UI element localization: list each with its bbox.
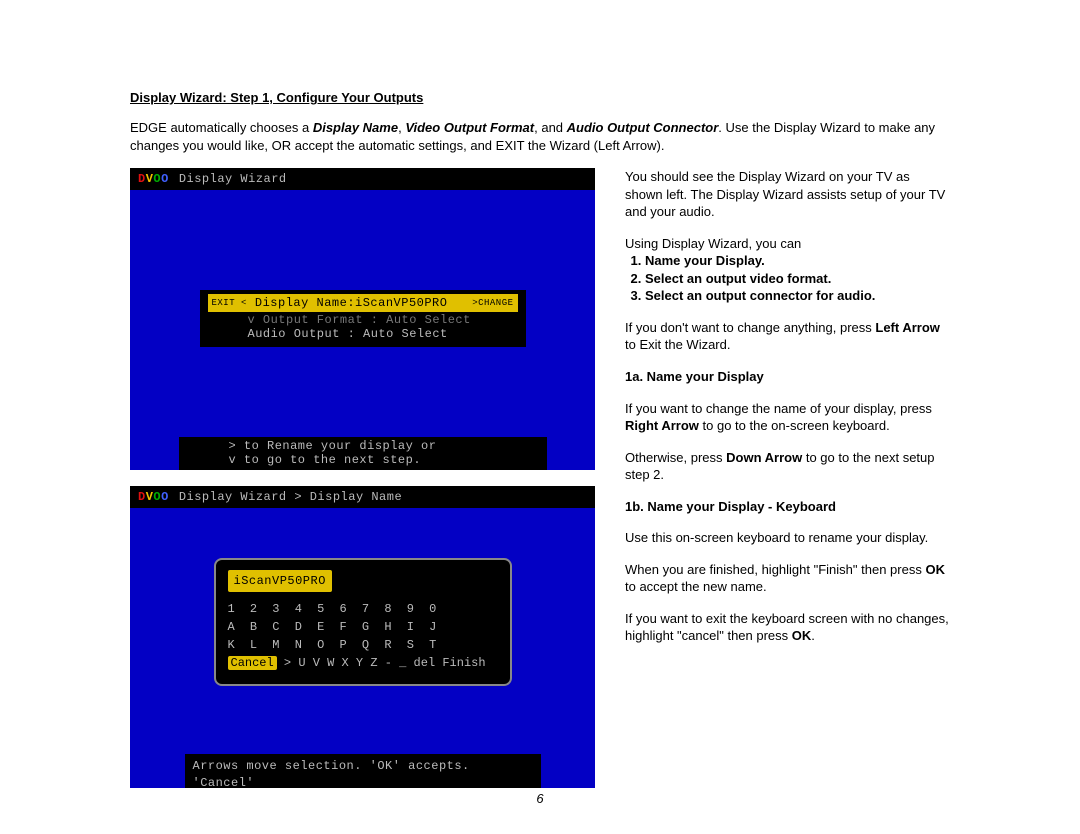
p4a: If you want to change the name of your d… — [625, 401, 932, 416]
osd-hint-2: Arrows move selection. 'OK' accepts. 'Ca… — [185, 754, 541, 788]
p8c: OK — [792, 628, 812, 643]
instructions-column: You should see the Display Wizard on you… — [625, 168, 950, 804]
option-display-name[interactable]: EXIT < Display Name : iScanVP50PRO >CHAN… — [208, 294, 518, 312]
p3b: Left Arrow — [875, 320, 940, 335]
para-3: If you don't want to change anything, pr… — [625, 319, 950, 354]
option-output-format[interactable]: v Output Format : Auto Select — [208, 312, 518, 327]
keyboard-row-2[interactable]: A B C D E F G H I J — [228, 618, 498, 636]
para-8: If you want to exit the keyboard screen … — [625, 610, 950, 645]
step-1: Name your Display. — [645, 252, 950, 270]
p8b: highlight "cancel" then press — [625, 628, 792, 643]
intro-text: EDGE automatically chooses a — [130, 120, 313, 135]
subhead-1b: 1b. Name your Display - Keyboard — [625, 498, 950, 516]
intro-bold-2: Video Output Format — [405, 120, 534, 135]
dvdo-logo-2: DVOO — [138, 490, 169, 504]
p4c: to go to the on-screen keyboard. — [699, 418, 890, 433]
logo-o2-2: O — [161, 490, 169, 504]
para-7: When you are finished, highlight "Finish… — [625, 561, 950, 596]
step-3: Select an output connector for audio. — [645, 287, 950, 305]
opt-label: Display Name — [255, 296, 347, 310]
p5b: Down Arrow — [726, 450, 802, 465]
opt-sep: : — [347, 296, 355, 310]
hint2-line-a: Arrows move selection. 'OK' accepts. 'Ca… — [193, 758, 533, 788]
osd-title: Display Wizard — [179, 172, 287, 186]
osd-titlebar-2: DVOO Display Wizard > Display Name — [130, 486, 595, 508]
keyboard-cancel[interactable]: Cancel — [228, 656, 277, 670]
intro-bold-3: Audio Output Connector — [567, 120, 719, 135]
exit-hint: EXIT < — [212, 298, 247, 308]
keyboard-row-4[interactable]: Cancel > U V W X Y Z - _ del Finish — [228, 654, 498, 672]
p5a: Otherwise, press — [625, 450, 726, 465]
option-audio-output[interactable]: Audio Output : Auto Select — [208, 327, 518, 343]
keyboard-name-field[interactable]: iScanVP50PRO — [228, 570, 332, 592]
para-2: Using Display Wizard, you can — [625, 235, 950, 253]
logo-o1: O — [153, 172, 161, 186]
p7c: to accept the new name. — [625, 579, 767, 594]
p8d: . — [811, 628, 815, 643]
dvdo-logo: DVOO — [138, 172, 169, 186]
screenshot-column: DVOO Display Wizard EXIT < Display Name … — [130, 168, 595, 804]
steps-list: Name your Display. Select an output vide… — [625, 252, 950, 305]
hint-line-b: v to go to the next step. — [229, 453, 539, 467]
osd-hint-1: > to Rename your display or v to go to t… — [179, 437, 547, 470]
keyboard-row-3[interactable]: K L M N O P Q R S T — [228, 636, 498, 654]
change-hint: >CHANGE — [472, 298, 513, 308]
p8a: If you want to exit the keyboard screen … — [625, 611, 949, 626]
para-6: Use this on-screen keyboard to rename yo… — [625, 529, 950, 547]
hint-line-a: > to Rename your display or — [229, 439, 539, 453]
options-box: EXIT < Display Name : iScanVP50PRO >CHAN… — [200, 290, 526, 347]
step-2: Select an output video format. — [645, 270, 950, 288]
keyboard-box: iScanVP50PRO 1 2 3 4 5 6 7 8 9 0 A B C D… — [214, 558, 512, 686]
keyboard-row-1[interactable]: 1 2 3 4 5 6 7 8 9 0 — [228, 600, 498, 618]
osd-screen-1: DVOO Display Wizard EXIT < Display Name … — [130, 168, 595, 470]
osd-titlebar: DVOO Display Wizard — [130, 168, 595, 190]
p7b: OK — [925, 562, 945, 577]
para-4: If you want to change the name of your d… — [625, 400, 950, 435]
p7a: When you are finished, highlight "Finish… — [625, 562, 925, 577]
para-5: Otherwise, press Down Arrow to go to the… — [625, 449, 950, 484]
para-1: You should see the Display Wizard on you… — [625, 168, 950, 221]
subhead-1a: 1a. Name your Display — [625, 368, 950, 386]
intro-sep-2: , and — [534, 120, 567, 135]
intro-bold-1: Display Name — [313, 120, 398, 135]
page-number: 6 — [0, 791, 1080, 806]
intro-paragraph: EDGE automatically chooses a Display Nam… — [130, 119, 950, 154]
section-heading: Display Wizard: Step 1, Configure Your O… — [130, 90, 950, 105]
logo-o2: O — [161, 172, 169, 186]
logo-o1-2: O — [153, 490, 161, 504]
osd-screen-2: DVOO Display Wizard > Display Name iScan… — [130, 486, 595, 788]
logo-d-2: D — [138, 490, 146, 504]
keyboard-row-4-rest: > U V W X Y Z - _ del Finish — [277, 656, 486, 670]
p3a: If you don't want to change anything, pr… — [625, 320, 875, 335]
opt-value: iScanVP50PRO — [355, 296, 447, 310]
osd-title-2: Display Wizard > Display Name — [179, 490, 402, 504]
p3c: to Exit the Wizard. — [625, 337, 730, 352]
logo-d: D — [138, 172, 146, 186]
p4b: Right Arrow — [625, 418, 699, 433]
